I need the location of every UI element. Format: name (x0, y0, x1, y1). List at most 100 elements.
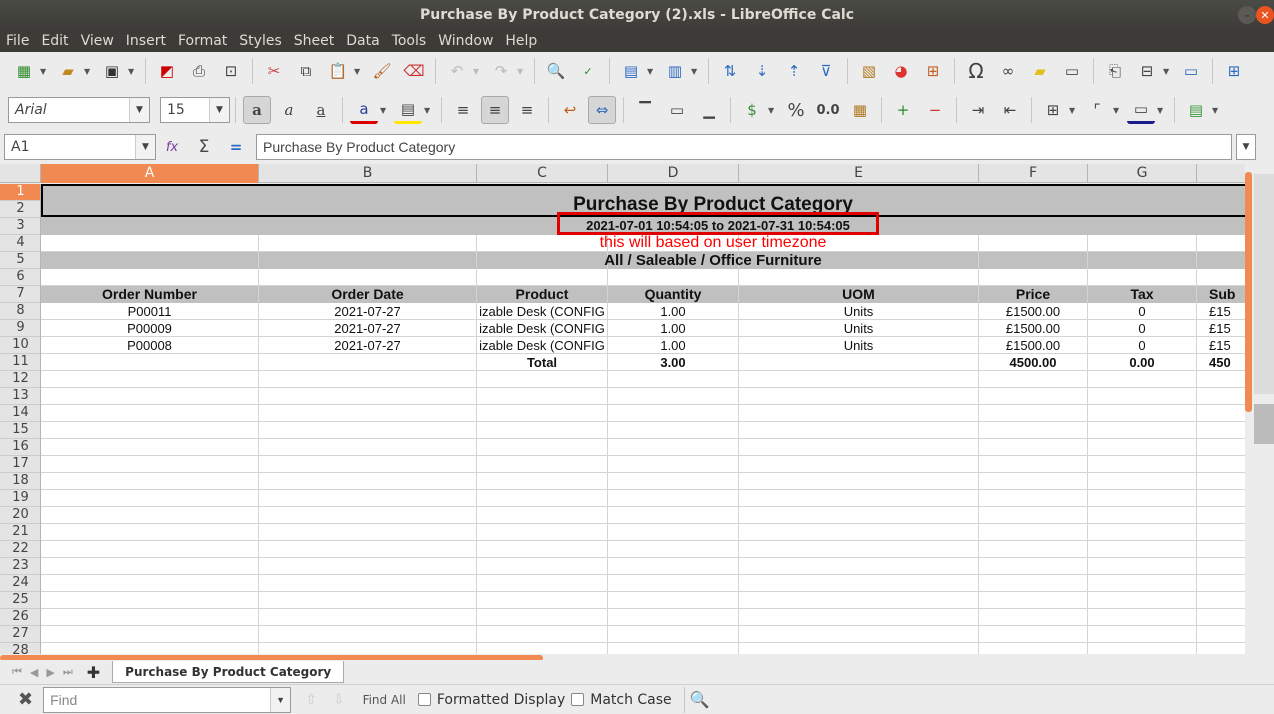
open-dropdown-icon[interactable]: ▼ (84, 67, 94, 76)
delete-decimal-icon[interactable]: − (921, 96, 949, 124)
align-right-icon[interactable]: ≡ (513, 96, 541, 124)
formula-icon[interactable]: = (222, 133, 250, 161)
tax-cell[interactable]: 0 (1088, 303, 1196, 320)
row-header[interactable]: 28 (0, 643, 40, 654)
row-header[interactable]: 7 (0, 286, 40, 303)
column-header-f[interactable]: F (979, 164, 1088, 183)
scroll-thumb[interactable] (1245, 172, 1252, 412)
menu-edit[interactable]: Edit (35, 33, 74, 49)
price-cell[interactable]: £1500.00 (979, 337, 1087, 354)
open-folder-icon[interactable]: ▰ (54, 57, 82, 85)
tax-cell[interactable]: 0 (1088, 337, 1196, 354)
italic-icon[interactable]: a (275, 96, 303, 124)
column-icon[interactable]: ▥ (661, 57, 689, 85)
sidebar-handle[interactable] (1254, 404, 1274, 444)
sort-ascending-icon[interactable]: ⇣ (748, 57, 776, 85)
find-replace-icon[interactable]: 🔍 (542, 57, 570, 85)
total-quantity[interactable]: 3.00 (608, 354, 738, 371)
spelling-icon[interactable]: ✓ (574, 57, 602, 85)
sort-icon[interactable]: ⇅ (716, 57, 744, 85)
new-document-icon[interactable]: ▦ (10, 57, 38, 85)
sheet-tab[interactable]: Purchase By Product Category (112, 661, 345, 683)
formula-input[interactable]: Purchase By Product Category (256, 134, 1232, 160)
match-case-checkbox[interactable] (571, 693, 585, 706)
minimize-icon[interactable]: – (1238, 6, 1256, 24)
find-all-button[interactable]: Find All (363, 693, 406, 707)
redo-dropdown-icon[interactable]: ▼ (517, 67, 527, 76)
row-header[interactable]: 6 (0, 269, 40, 286)
export-pdf-icon[interactable]: ◩ (153, 57, 181, 85)
add-sheet-icon[interactable]: ✚ (87, 663, 100, 682)
sort-descending-icon[interactable]: ⇡ (780, 57, 808, 85)
align-bottom-icon[interactable]: ▁ (695, 96, 723, 124)
uom-cell[interactable]: Units (739, 337, 978, 354)
expand-formula-icon[interactable]: ▼ (1236, 134, 1256, 160)
find-next-icon[interactable]: ⇩ (333, 692, 345, 708)
subtotal-cell[interactable]: £15 (1197, 303, 1245, 320)
chevron-down-icon[interactable]: ▼ (209, 98, 229, 122)
clone-formatting-icon[interactable]: 🖌 (368, 57, 396, 85)
row-dropdown-icon[interactable]: ▼ (647, 67, 657, 76)
show-draw-functions-icon[interactable]: ⊞ (1220, 57, 1248, 85)
quantity-cell[interactable]: 1.00 (608, 320, 738, 337)
cut-icon[interactable]: ✂ (260, 57, 288, 85)
menu-data[interactable]: Data (340, 33, 385, 49)
sum-icon[interactable]: Σ (190, 133, 218, 161)
chevron-down-icon[interactable]: ▼ (270, 687, 291, 712)
row-header[interactable]: 15 (0, 422, 40, 439)
total-label[interactable]: Total (477, 354, 607, 371)
name-box[interactable]: A1 ▼ (4, 134, 156, 160)
row-header[interactable]: 24 (0, 575, 40, 592)
menu-insert[interactable]: Insert (120, 33, 172, 49)
menu-file[interactable]: File (0, 33, 35, 49)
column-header-d[interactable]: D (608, 164, 739, 183)
pivot-table-icon[interactable]: ⊞ (919, 57, 947, 85)
row-header[interactable]: 13 (0, 388, 40, 405)
column-header-h[interactable] (1197, 164, 1245, 183)
row-icon[interactable]: ▤ (617, 57, 645, 85)
align-center-icon[interactable]: ≡ (481, 96, 509, 124)
uom-cell[interactable]: Units (739, 320, 978, 337)
currency-dropdown-icon[interactable]: ▼ (768, 106, 778, 115)
increase-indent-icon[interactable]: ⇥ (964, 96, 992, 124)
column-dropdown-icon[interactable]: ▼ (691, 67, 701, 76)
row-header[interactable]: 8 (0, 303, 40, 320)
row-header[interactable]: 19 (0, 490, 40, 507)
row-header[interactable]: 23 (0, 558, 40, 575)
headers-footers-icon[interactable]: ▭ (1058, 57, 1086, 85)
paste-icon[interactable]: 📋 (324, 57, 352, 85)
borders-dropdown-icon[interactable]: ▼ (1069, 106, 1079, 115)
column-header-c[interactable]: C (477, 164, 608, 183)
new-dropdown-icon[interactable]: ▼ (40, 67, 50, 76)
row-header[interactable]: 22 (0, 541, 40, 558)
row-header[interactable]: 9 (0, 320, 40, 337)
total-price[interactable]: 4500.00 (979, 354, 1087, 371)
order-date-cell[interactable]: 2021-07-27 (259, 320, 476, 337)
next-sheet-icon[interactable]: ▶ (46, 666, 54, 679)
prev-sheet-icon[interactable]: ◀ (30, 666, 38, 679)
row-header[interactable]: 4 (0, 235, 40, 252)
first-sheet-icon[interactable]: ⏮ (12, 665, 22, 679)
decrease-indent-icon[interactable]: ⇤ (996, 96, 1024, 124)
function-wizard-icon[interactable]: fx (158, 133, 186, 161)
row-header[interactable]: 3 (0, 218, 40, 235)
split-window-icon[interactable]: ▭ (1177, 57, 1205, 85)
add-decimal-icon[interactable]: + (889, 96, 917, 124)
find-input[interactable]: Find ▼ (43, 686, 292, 713)
find-replace-icon[interactable]: 🔍 (690, 690, 710, 709)
menu-sheet[interactable]: Sheet (288, 33, 340, 49)
close-findbar-icon[interactable]: ✖ (18, 689, 33, 710)
row-header[interactable]: 2 (0, 201, 40, 218)
align-top-icon[interactable]: ▔ (631, 96, 659, 124)
order-date-cell[interactable]: 2021-07-27 (259, 303, 476, 320)
font-color-dropdown-icon[interactable]: ▼ (380, 106, 390, 115)
menu-window[interactable]: Window (432, 33, 499, 49)
insert-image-icon[interactable]: ▧ (855, 57, 883, 85)
menu-tools[interactable]: Tools (386, 33, 433, 49)
row-header[interactable]: 25 (0, 592, 40, 609)
uom-cell[interactable]: Units (739, 303, 978, 320)
align-middle-icon[interactable]: ▭ (663, 96, 691, 124)
subtotal-cell[interactable]: £15 (1197, 320, 1245, 337)
row-header[interactable]: 14 (0, 405, 40, 422)
close-icon[interactable]: ✕ (1256, 6, 1274, 24)
